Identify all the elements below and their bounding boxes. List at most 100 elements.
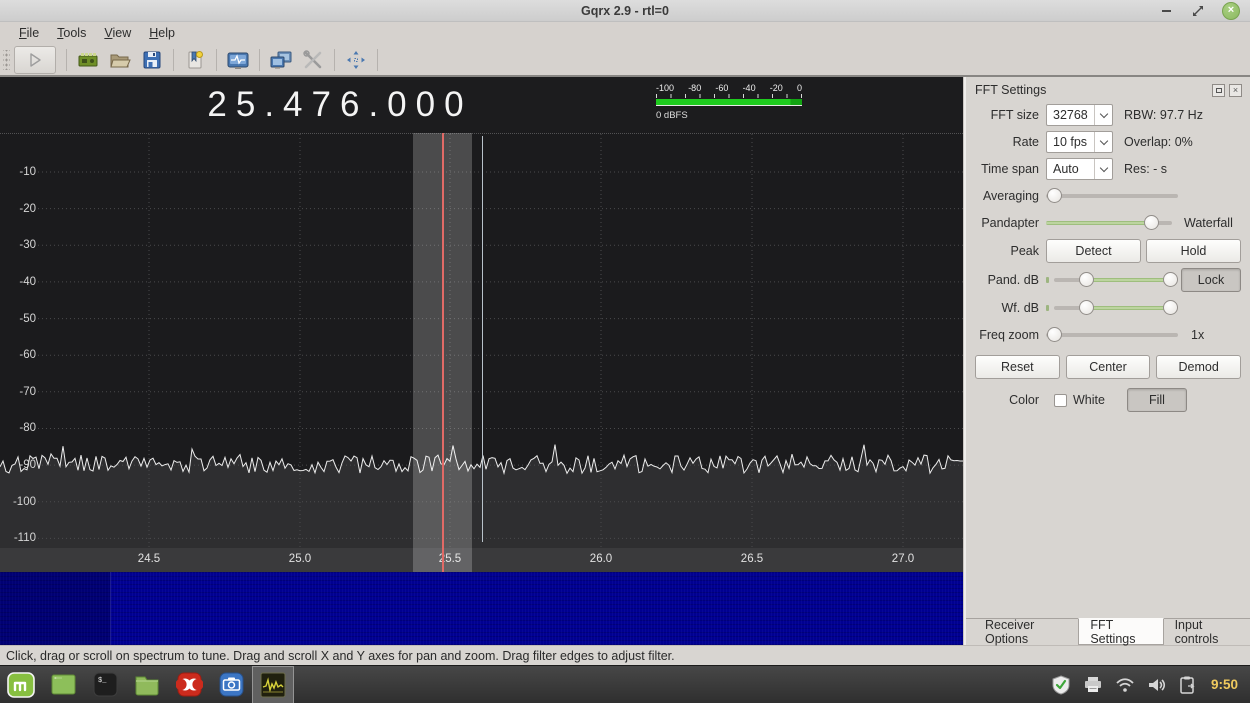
bookmarks-button[interactable] xyxy=(179,46,211,74)
frequency-display[interactable]: 25.476.000 xyxy=(150,85,530,125)
volume-icon[interactable] xyxy=(1147,676,1167,694)
peak-detect-button[interactable]: Detect xyxy=(1046,239,1141,263)
averaging-row: Averaging xyxy=(975,185,1241,207)
window-controls: × xyxy=(1158,1,1250,20)
white-checkbox-label: White xyxy=(1073,393,1105,407)
wf-db-label: Wf. dB xyxy=(1001,301,1039,315)
y-axis-label: -60 xyxy=(19,349,36,361)
toolbar-separator xyxy=(334,48,335,71)
pandapter-db-row: Pand. dB Lock xyxy=(975,268,1241,292)
fft-size-value: 32768 xyxy=(1053,108,1088,122)
printer-icon[interactable] xyxy=(1083,676,1103,694)
center-button[interactable]: Center xyxy=(1065,355,1151,379)
slider-fill xyxy=(1086,278,1171,282)
tuning-line[interactable] xyxy=(442,133,444,572)
screenshot-launcher[interactable] xyxy=(210,666,252,703)
toolbar-separator xyxy=(216,48,217,71)
freq-zoom-value: 1x xyxy=(1191,328,1205,342)
pandapter-split-slider[interactable] xyxy=(1046,214,1172,232)
show-desktop-button[interactable] xyxy=(42,666,84,703)
open-folder-icon xyxy=(110,54,131,67)
slider-high-handle[interactable] xyxy=(1163,300,1178,315)
freq-zoom-slider[interactable] xyxy=(1046,326,1178,344)
frequency-axis[interactable]: 24.5 25.0 25.5 26.0 26.5 27.0 xyxy=(0,548,963,572)
taskbar-clock[interactable]: 9:50 xyxy=(1211,677,1238,692)
combo-arrow xyxy=(1094,159,1112,179)
expand-arrows-icon xyxy=(347,50,365,69)
meter-tick-label: 0 xyxy=(796,83,802,93)
media-app-launcher[interactable] xyxy=(168,666,210,703)
time-span-select[interactable]: Auto xyxy=(1046,158,1113,180)
white-checkbox[interactable] xyxy=(1054,393,1067,407)
start-dsp-button[interactable] xyxy=(14,45,56,74)
system-tray: 9:50 xyxy=(1051,674,1250,695)
demod-button[interactable]: Demod xyxy=(1156,355,1242,379)
time-span-label: Time span xyxy=(981,162,1039,176)
rate-label: Rate xyxy=(1012,135,1039,149)
dock-close-icon: × xyxy=(1232,84,1239,95)
menu-help[interactable]: Help xyxy=(140,24,184,42)
combo-arrow xyxy=(1094,105,1112,125)
slider-handle[interactable] xyxy=(1047,327,1062,342)
slider-handle[interactable] xyxy=(1047,188,1062,203)
remote-control-button[interactable] xyxy=(265,46,297,74)
menu-file[interactable]: File xyxy=(10,24,48,42)
x-axis-label: 26.5 xyxy=(740,553,764,565)
menu-view[interactable]: View xyxy=(95,24,140,42)
combo-arrow xyxy=(1094,132,1112,152)
fullscreen-button[interactable] xyxy=(340,46,372,74)
tab-receiver-options[interactable]: Receiver Options xyxy=(974,618,1078,646)
tab-input-controls[interactable]: Input controls xyxy=(1164,618,1250,646)
pandapter-lock-button[interactable]: Lock xyxy=(1181,268,1241,292)
save-button[interactable] xyxy=(136,46,168,74)
slider-high-handle[interactable] xyxy=(1163,272,1178,287)
meter-tick-marks xyxy=(656,94,802,98)
terminal-launcher[interactable]: $_ xyxy=(84,666,126,703)
toolbar-drag-handle[interactable] xyxy=(3,49,10,70)
meter-tick-label: -40 xyxy=(742,83,756,93)
pand-db-label: Pand. dB xyxy=(987,273,1039,287)
updates-shield-icon[interactable] xyxy=(1051,674,1071,695)
slider-handle[interactable] xyxy=(1143,215,1159,230)
rate-select[interactable]: 10 fps xyxy=(1046,131,1113,153)
tab-fft-settings[interactable]: FFT Settings xyxy=(1078,618,1164,646)
slider-low-handle[interactable] xyxy=(1078,272,1094,287)
meter-tick-label: -100 xyxy=(656,83,675,93)
maximize-icon xyxy=(1193,5,1203,16)
tools-button[interactable] xyxy=(297,46,329,74)
files-launcher[interactable] xyxy=(126,666,168,703)
center-frequency-line xyxy=(482,136,483,542)
close-button[interactable]: × xyxy=(1222,1,1240,20)
x-axis-label: 25.0 xyxy=(288,553,312,565)
waterfall-db-range-slider[interactable] xyxy=(1054,299,1178,317)
dsp-settings-button[interactable] xyxy=(222,46,254,74)
menu-tools[interactable]: Tools xyxy=(48,24,95,42)
status-bar: Click, drag or scroll on spectrum to tun… xyxy=(0,645,1250,665)
waterfall-display[interactable] xyxy=(0,572,963,645)
dock-close-button[interactable]: × xyxy=(1229,83,1242,97)
peak-hold-button[interactable]: Hold xyxy=(1146,239,1241,263)
io-devices-button[interactable] xyxy=(72,46,104,74)
fft-size-select[interactable]: 32768 xyxy=(1046,104,1113,126)
window-title: Gqrx 2.9 - rtl=0 xyxy=(581,3,669,18)
averaging-slider[interactable] xyxy=(1046,187,1178,205)
maximize-button[interactable] xyxy=(1190,3,1206,19)
status-text: Click, drag or scroll on spectrum to tun… xyxy=(6,648,675,663)
minimize-button[interactable] xyxy=(1158,3,1174,19)
taskbar-gqrx-window[interactable] xyxy=(252,665,294,703)
wifi-icon[interactable] xyxy=(1115,677,1135,693)
slider-low-handle[interactable] xyxy=(1078,300,1094,315)
fft-size-label: FFT size xyxy=(990,108,1039,122)
slider-groove xyxy=(1046,194,1178,198)
pandapter-db-range-slider[interactable] xyxy=(1054,271,1178,289)
reset-button[interactable]: Reset xyxy=(975,355,1060,379)
clipboard-icon[interactable] xyxy=(1179,675,1196,694)
mint-logo-icon xyxy=(7,671,35,698)
averaging-label: Averaging xyxy=(982,189,1039,203)
open-file-button[interactable] xyxy=(104,46,136,74)
fill-toggle-button[interactable]: Fill xyxy=(1126,388,1187,412)
dock-float-button[interactable] xyxy=(1212,83,1225,97)
mint-menu-button[interactable] xyxy=(0,666,42,703)
terminal-prompt-glyph: $_ xyxy=(98,677,107,685)
folder-icon xyxy=(135,676,159,695)
